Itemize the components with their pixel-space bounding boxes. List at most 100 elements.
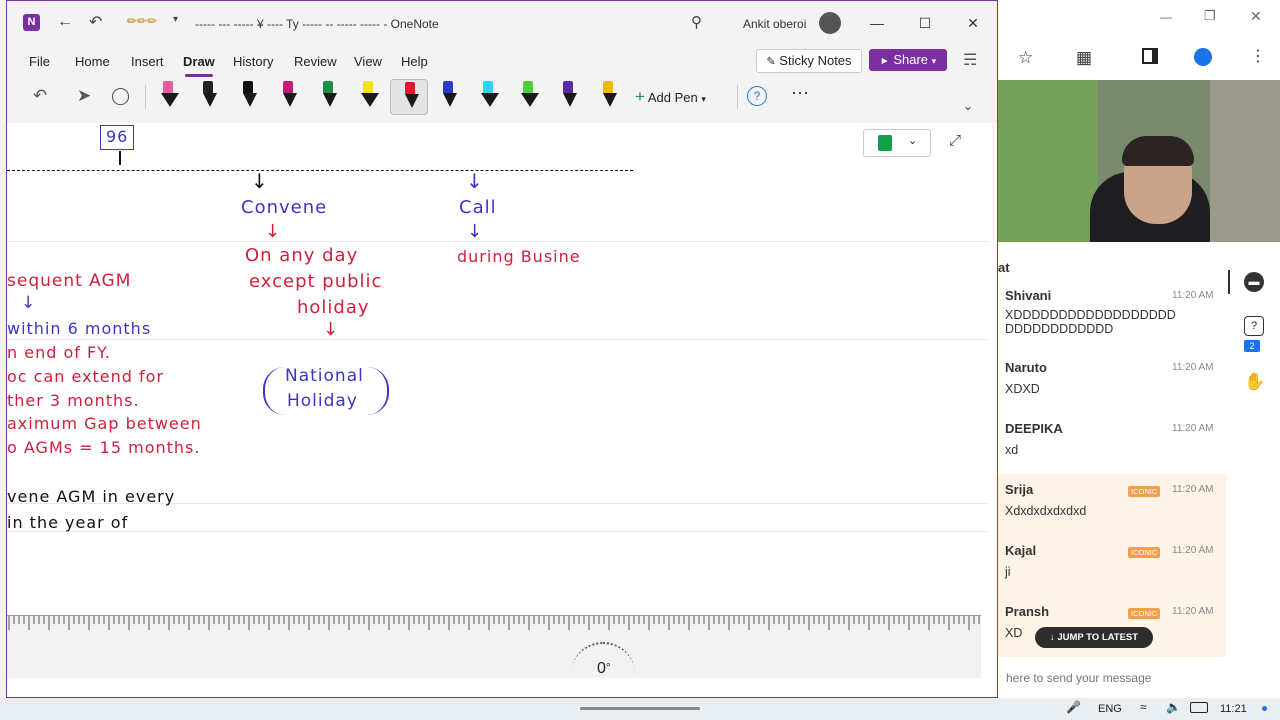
clock[interactable]: 11:21	[1220, 703, 1247, 715]
minimize-button[interactable]: —	[863, 12, 891, 34]
tab-file[interactable]: File	[29, 54, 50, 69]
lasso-icon[interactable]: ◯	[111, 86, 130, 106]
battery-icon[interactable]	[1190, 702, 1208, 713]
select-cursor-icon[interactable]: ➤	[77, 86, 91, 106]
convene-label: Convene	[241, 197, 328, 218]
notification-dot-icon[interactable]	[1262, 706, 1267, 711]
chat-time: 11:20 AM	[1172, 545, 1214, 556]
pen-10-icon[interactable]	[517, 79, 539, 113]
tab-review[interactable]: Review	[294, 54, 337, 69]
share-icon: ►	[879, 56, 890, 67]
plus-icon: +	[635, 87, 645, 106]
share-label: Share	[893, 52, 929, 67]
collapse-ribbon-icon[interactable]: ⌄	[963, 99, 973, 113]
expand-icon[interactable]: ⤢	[949, 132, 961, 149]
tab-help[interactable]: Help	[401, 54, 428, 69]
customize-dropdown-icon[interactable]: ▾	[173, 14, 178, 25]
pen-3-icon[interactable]	[237, 79, 259, 113]
chat-text: xd	[1005, 443, 1019, 457]
rc-extend-text: oc can extend for	[7, 367, 165, 386]
ruler[interactable]: 0°	[7, 615, 981, 678]
avatar[interactable]	[819, 12, 841, 34]
pens-quick-icon[interactable]: ✏✏✏	[127, 14, 157, 28]
profile-icon[interactable]	[1194, 48, 1212, 66]
share-button[interactable]: ► Share ▾	[869, 49, 947, 71]
sticky-notes-button[interactable]: ✎ Sticky Notes	[756, 49, 862, 73]
pen-4-icon[interactable]	[277, 79, 299, 113]
browser-restore-icon[interactable]: ❐	[1204, 8, 1216, 24]
maximize-button[interactable]: ☐	[911, 12, 939, 34]
pen-1-icon[interactable]	[157, 79, 179, 113]
chat-message: Srija ICONIC 11:20 AM Xdxdxdxdxdxd	[998, 474, 1226, 535]
pen-11-icon[interactable]	[557, 79, 579, 113]
feedback-icon[interactable]: ☴	[963, 50, 977, 70]
chat-text: XDDDDDDDDDDDDDDDDDD DDDDDDDDDDDD	[1005, 308, 1176, 336]
extensions-icon[interactable]: ▦	[1076, 48, 1092, 68]
iconic-badge: ICONIC	[1128, 547, 1161, 558]
chat-message: Shivani 11:20 AM XDDDDDDDDDDDDDDDDDD DDDDD…	[998, 288, 1226, 352]
chat-message: DEEPIKA 11:20 AM xd	[998, 413, 1226, 474]
in-year-text: in the year of	[7, 513, 129, 532]
user-name[interactable]: Ankit oberoi	[743, 17, 806, 31]
back-icon[interactable]: ←	[57, 13, 73, 31]
window-title: ----- --- ----- ¥ ---- Ty ----- -- -----…	[195, 17, 439, 31]
chat-sender: Pransh	[1005, 604, 1050, 619]
tab-history[interactable]: History	[233, 54, 273, 69]
side-panel-icon[interactable]	[1142, 48, 1158, 64]
pen-8-icon[interactable]	[437, 79, 459, 113]
note-canvas[interactable]: ⌄ ⤢ 96 ↓ ↓ Convene Call ↓ ↓ On any day d…	[7, 123, 997, 697]
undo-icon[interactable]: ↶	[33, 86, 47, 106]
chevron-down-icon: ▾	[701, 94, 706, 104]
tab-draw[interactable]: Draw	[183, 54, 215, 77]
draw-toolbar	[7, 77, 997, 123]
language-indicator[interactable]: ENG	[1098, 703, 1122, 715]
microphone-icon[interactable]: 🎤	[1066, 700, 1081, 714]
tab-home[interactable]: Home	[75, 54, 110, 69]
browser-close-icon[interactable]: ✕	[1250, 8, 1262, 25]
chat-time: 11:20 AM	[1172, 423, 1214, 434]
pen-6-icon[interactable]	[357, 79, 379, 113]
close-button[interactable]: ✕	[959, 12, 987, 34]
convene-agm-text: vene AGM in every	[7, 487, 176, 506]
further-3-months-text: ther 3 months.	[7, 391, 140, 410]
jump-to-latest-button[interactable]: ↓ JUMP TO LATEST	[1035, 627, 1153, 648]
chat-time: 11:20 AM	[1172, 484, 1214, 495]
search-icon[interactable]: ⚲	[691, 13, 702, 31]
pen-7-icon[interactable]	[390, 79, 428, 115]
page-rule-line	[7, 241, 987, 242]
chat-header: at	[998, 260, 1010, 275]
onenote-logo-icon: N	[23, 14, 40, 31]
pen-9-icon[interactable]	[477, 79, 499, 113]
chat-tab-icon[interactable]: ▬	[1244, 272, 1264, 292]
pen-12-icon[interactable]	[597, 79, 619, 113]
pen-5-icon[interactable]	[317, 79, 339, 113]
chat-text: XDXD	[1005, 382, 1040, 396]
notebook-icon	[878, 135, 892, 151]
bookmark-star-icon[interactable]: ☆	[1018, 48, 1033, 68]
chat-text: Xdxdxdxdxdxd	[1005, 504, 1087, 518]
iconic-badge: ICONIC	[1128, 608, 1161, 619]
browser-menu-icon[interactable]: ⋮	[1250, 46, 1266, 66]
chat-text: ji	[1005, 565, 1011, 579]
chat-message: Kajal ICONIC 11:20 AM ji	[998, 535, 1226, 596]
help-icon[interactable]: ?	[747, 86, 767, 106]
undo-title-icon[interactable]: ↶	[89, 12, 102, 32]
page-rule-line	[7, 339, 987, 340]
tab-view[interactable]: View	[354, 54, 382, 69]
notebook-switcher[interactable]: ⌄	[863, 129, 931, 157]
tab-insert[interactable]: Insert	[131, 54, 164, 69]
add-pen-button[interactable]: + Add Pen ▾	[635, 87, 706, 107]
chat-input[interactable]: here to send your message	[1006, 671, 1151, 685]
doubts-icon[interactable]: ?	[1244, 316, 1264, 336]
browser-minimize-icon[interactable]: —	[1160, 10, 1172, 24]
wifi-icon[interactable]: ≈	[1140, 700, 1147, 714]
page-rule-line	[7, 531, 987, 532]
more-options-icon[interactable]: ⋯	[791, 83, 809, 104]
arrow-down-icon: ↓	[251, 169, 269, 193]
raise-hand-icon[interactable]: ✋	[1244, 372, 1265, 392]
pen-2-icon[interactable]	[197, 79, 219, 113]
chat-sender: DEEPIKA	[1005, 421, 1063, 436]
max-gap-text: aximum Gap between	[7, 414, 202, 433]
volume-icon[interactable]: 🔈	[1166, 700, 1181, 714]
national-holiday-text: Holiday	[287, 391, 358, 411]
